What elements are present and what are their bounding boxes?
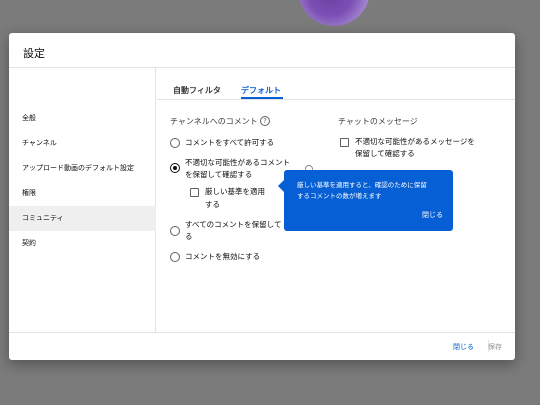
close-button[interactable]: 閉じる (453, 342, 474, 352)
tab-defaults[interactable]: デフォルト (241, 81, 281, 105)
chat-option-label-line1: 不適切な可能性があるメッセージを (355, 137, 475, 146)
tooltip-text-line2: するコメントの数が増えます (297, 192, 382, 200)
option-stricter-label-line1: 厳しい基準を適用 (205, 187, 265, 196)
radio-disable-comments[interactable] (170, 252, 180, 262)
chat-option-label-line2: 保留して確認する (355, 149, 415, 158)
sidebar-item-permissions[interactable]: 権限 (9, 181, 156, 206)
footer-divider (9, 332, 515, 333)
checkbox-stricter-filter[interactable] (190, 188, 199, 197)
tabs-divider (157, 99, 515, 100)
option-allow-all-label: コメントをすべて許可する (185, 138, 275, 147)
option-hold-inappropriate-label-line1: 不適切な可能性があるコメント (185, 158, 290, 167)
option-hold-inappropriate-label-line2: を保留して確認する (185, 170, 253, 179)
dialog-title: 設定 (23, 47, 45, 60)
checkbox-hold-chat-messages[interactable] (340, 138, 349, 147)
sidebar-item-upload-defaults[interactable]: アップロード動画のデフォルト設定 (9, 156, 156, 181)
tooltip-text: 厳しい基準を適用すると、確認のために保留 するコメントの数が増えます (297, 180, 447, 202)
radio-hold-all[interactable] (170, 226, 180, 236)
settings-sidebar: 全般 チャンネル アップロード動画のデフォルト設定 権限 コミュニティ 契約 (9, 68, 156, 332)
sidebar-item-general[interactable]: 全般 (9, 106, 156, 131)
radio-hold-inappropriate[interactable] (170, 163, 180, 173)
radio-allow-all[interactable] (170, 138, 180, 148)
save-button[interactable]: 保存 (488, 342, 502, 352)
option-hold-all-label-line1: すべてのコメントを保留して (185, 220, 282, 229)
option-disable-label: コメントを無効にする (185, 252, 261, 261)
help-icon[interactable]: ? (260, 116, 270, 126)
tooltip-arrow (278, 180, 284, 192)
channel-comments-title: チャンネルへのコメント (170, 117, 258, 126)
stricter-filter-tooltip: 厳しい基準を適用すると、確認のために保留 するコメントの数が増えます 閉じる (278, 170, 453, 231)
tooltip-text-line1: 厳しい基準を適用すると、確認のために保留 (297, 181, 427, 189)
chat-messages-title: チャットのメッセージ (338, 117, 418, 126)
tab-auto-filter[interactable]: 自動フィルタ (173, 81, 221, 105)
option-hold-all-label-line2: る (185, 232, 193, 241)
background-avatar (298, 0, 370, 26)
option-stricter-label-line2: する (205, 200, 220, 209)
sidebar-item-agreements[interactable]: 契約 (9, 231, 156, 256)
sidebar-item-community[interactable]: コミュニティ (9, 206, 156, 231)
tooltip-close-button[interactable]: 閉じる (422, 210, 443, 220)
sidebar-item-channel[interactable]: チャンネル (9, 131, 156, 156)
